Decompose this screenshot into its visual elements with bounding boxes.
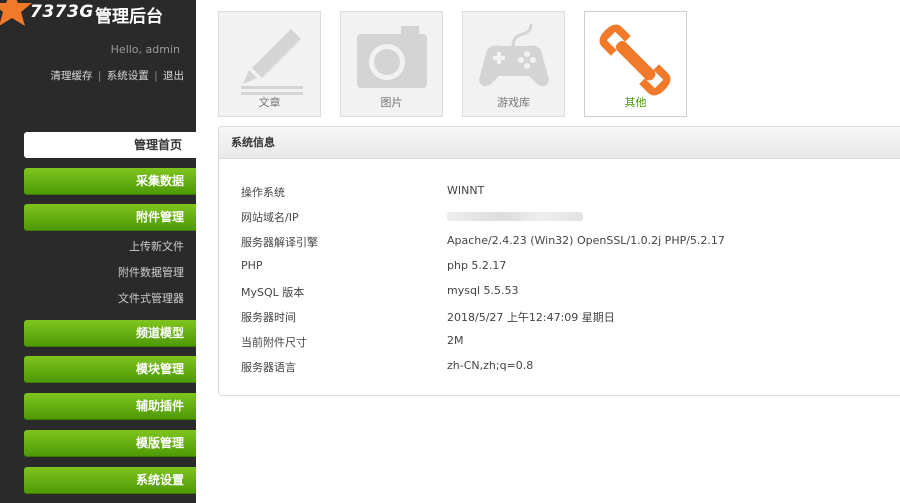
menu-module[interactable]: 模块管理 <box>24 356 196 383</box>
logo: 7373G 管理后台 <box>0 0 196 30</box>
info-key: 网站域名/IP <box>241 211 299 224</box>
brand-subtitle: 管理后台 <box>95 7 163 27</box>
system-settings-link[interactable]: 系统设置 <box>107 70 149 82</box>
info-value: Apache/2.4.23 (Win32) OpenSSL/1.0.2j PHP… <box>447 234 725 247</box>
menu-template[interactable]: 模版管理 <box>24 430 196 457</box>
info-key: 操作系统 <box>241 186 285 199</box>
top-links: 清理缓存 | 系统设置 | 退出 <box>51 68 184 83</box>
info-value: zh-CN,zh;q=0.8 <box>447 359 534 372</box>
menu-system[interactable]: 系统设置 <box>24 467 196 494</box>
gamepad-icon <box>479 23 549 87</box>
info-key: 服务器时间 <box>241 311 296 324</box>
tile-label: 游戏库 <box>497 96 530 109</box>
info-value: 2M <box>447 334 464 347</box>
info-key: 当前附件尺寸 <box>241 336 307 349</box>
greeting: Hello, admin <box>110 43 180 56</box>
info-key: 服务器解译引擎 <box>241 236 318 249</box>
redacted-bar <box>447 211 583 221</box>
link-separator: | <box>97 70 102 82</box>
clear-cache-link[interactable]: 清理缓存 <box>51 70 93 82</box>
menu-plugin[interactable]: 辅助插件 <box>24 393 196 420</box>
tile-other[interactable]: 其他 <box>584 11 687 117</box>
tile-label: 图片 <box>380 96 403 109</box>
info-value: php 5.2.17 <box>447 259 507 272</box>
menu-channel[interactable]: 频道模型 <box>24 320 196 347</box>
brand-name: 7373G <box>30 2 94 22</box>
menu-attachments[interactable]: 附件管理 <box>24 204 196 231</box>
main-content: 文章 图片 游戏库 其他 系统信息 操作系统 WINNT 网站域名/IP 服务器… <box>196 0 900 503</box>
info-value: 2018/5/27 上午12:47:09 星期日 <box>447 311 615 324</box>
star-logo-icon <box>0 0 32 26</box>
wrench-icon <box>599 24 671 96</box>
info-value-redacted <box>447 209 583 222</box>
submenu-attachment-data[interactable]: 附件数据管理 <box>118 264 184 280</box>
panel-title: 系统信息 <box>219 127 900 159</box>
submenu-upload[interactable]: 上传新文件 <box>129 238 184 254</box>
info-value: WINNT <box>447 184 485 197</box>
pencil-icon <box>241 29 303 95</box>
info-value: mysql 5.5.53 <box>447 284 519 297</box>
info-key: 服务器语言 <box>241 361 296 374</box>
submenu-file-manager[interactable]: 文件式管理器 <box>118 290 184 306</box>
tile-label: 其他 <box>624 96 647 109</box>
camera-icon <box>357 26 427 88</box>
tile-image[interactable]: 图片 <box>340 11 443 117</box>
info-key: MySQL 版本 <box>241 286 305 299</box>
link-separator: | <box>154 70 158 82</box>
logout-link[interactable]: 退出 <box>163 70 184 82</box>
sidebar: 7373G 管理后台 Hello, admin 清理缓存 | 系统设置 | 退出… <box>0 0 196 503</box>
tile-label: 文章 <box>258 96 281 109</box>
tile-article[interactable]: 文章 <box>218 11 321 117</box>
menu-collect[interactable]: 采集数据 <box>24 168 196 195</box>
info-key: PHP <box>241 259 263 272</box>
system-info-panel: 系统信息 操作系统 WINNT 网站域名/IP 服务器解译引擎 Apache/2… <box>218 126 900 396</box>
tile-game-library[interactable]: 游戏库 <box>462 11 565 117</box>
menu-home[interactable]: 管理首页 <box>24 132 196 158</box>
